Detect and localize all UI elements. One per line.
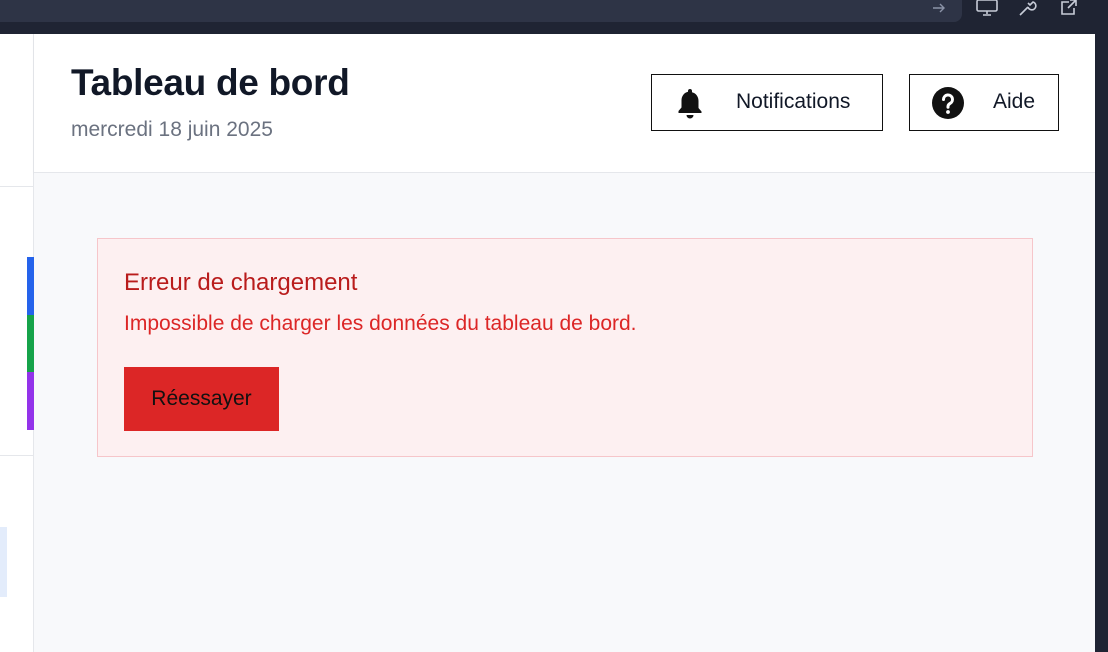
sidebar-item-accent-green[interactable] <box>27 315 34 372</box>
error-title: Erreur de chargement <box>124 269 358 296</box>
page-header: Tableau de bord mercredi 18 juin 2025 No… <box>34 34 1095 173</box>
sidebar-item-accent-purple[interactable] <box>27 372 34 430</box>
wrench-icon[interactable] <box>1017 0 1039 16</box>
sidebar <box>0 34 34 652</box>
sidebar-item-selected[interactable] <box>0 527 7 597</box>
arrow-right-icon[interactable] <box>928 0 950 16</box>
sidebar-divider <box>0 455 33 456</box>
error-alert: Erreur de chargement Impossible de charg… <box>97 238 1033 457</box>
external-link-icon[interactable] <box>1058 0 1080 16</box>
sidebar-item-accent-blue[interactable] <box>27 257 34 315</box>
page-title: Tableau de bord <box>71 62 350 103</box>
sidebar-divider <box>0 186 33 187</box>
notifications-label: Notifications <box>736 90 851 113</box>
help-button[interactable]: Aide <box>909 74 1059 131</box>
help-circle-icon <box>932 87 964 119</box>
page-date: mercredi 18 juin 2025 <box>71 118 273 141</box>
help-label: Aide <box>993 90 1036 113</box>
bell-icon <box>674 87 706 119</box>
main-content: Erreur de chargement Impossible de charg… <box>34 173 1095 652</box>
monitor-icon[interactable] <box>976 0 998 16</box>
retry-button[interactable]: Réessayer <box>124 367 279 431</box>
address-bar[interactable] <box>0 0 962 22</box>
browser-chrome <box>0 0 1108 34</box>
window-frame-edge <box>1095 34 1108 652</box>
error-message: Impossible de charger les données du tab… <box>124 312 637 335</box>
notifications-button[interactable]: Notifications <box>651 74 883 131</box>
